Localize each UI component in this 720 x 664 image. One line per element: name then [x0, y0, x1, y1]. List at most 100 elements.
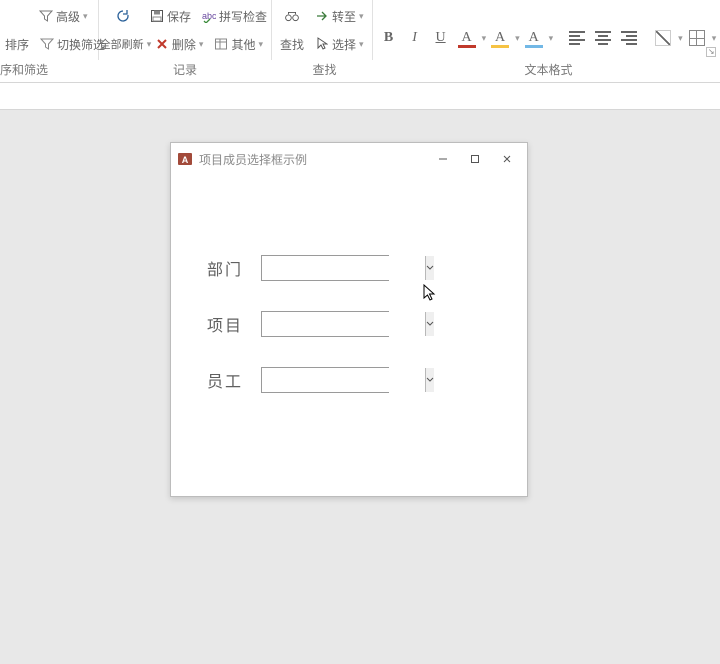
grp-label-textfmt: 文本格式 [378, 58, 720, 80]
combo-project[interactable] [261, 311, 389, 337]
diagonal-icon [655, 30, 671, 46]
chevron-down-icon [426, 265, 434, 271]
save-icon [149, 8, 165, 24]
toggle-filter-label: 切换筛选 [57, 36, 105, 53]
funnel-icon [38, 8, 54, 24]
svg-text:A: A [182, 155, 189, 165]
chevron-down-icon [426, 377, 434, 383]
combo-dept-input[interactable] [262, 256, 425, 280]
grp-label-sortfilter: 序和筛选 [0, 58, 99, 80]
combo-dept-dropdown[interactable] [425, 256, 434, 280]
dropdown-caret-icon[interactable]: ▾ [677, 33, 683, 44]
field-project: 项目 [201, 311, 497, 337]
dropdown-caret-icon: ▾ [358, 11, 364, 22]
gridlines-button[interactable] [685, 26, 709, 50]
save-button[interactable]: 保存 [145, 6, 195, 27]
titlebar[interactable]: A 项目成员选择框示例 [171, 143, 527, 175]
combo-staff-dropdown[interactable] [425, 368, 434, 392]
select-button[interactable]: 选择 ▾ [310, 34, 368, 55]
spellcheck-button[interactable]: abc 拼写检查 [197, 6, 271, 27]
sort-button[interactable]: 排序 [4, 34, 33, 55]
ribbon-subbar [0, 83, 720, 110]
other-button[interactable]: 其他 ▾ [209, 34, 267, 55]
refresh-all-label: 全部刷新 [100, 36, 144, 52]
delete-button[interactable]: 删除 ▾ [150, 34, 208, 55]
align-left-button[interactable] [565, 26, 589, 50]
dialog-launcher-icon[interactable]: ↘ [706, 47, 716, 57]
ribbon-group-labels: 序和筛选 记录 查找 文本格式 [0, 58, 720, 80]
dropdown-caret-icon[interactable]: ▾ [481, 33, 487, 44]
spellcheck-icon: abc [201, 8, 217, 24]
combo-project-input[interactable] [262, 312, 425, 336]
grp-label-find: 查找 [272, 58, 378, 80]
label-dept: 部门 [201, 256, 261, 280]
chevron-down-icon [426, 321, 434, 327]
save-label: 保存 [167, 8, 191, 25]
funnel-toggle-icon [39, 36, 55, 52]
spellcheck-label: 拼写检查 [219, 8, 267, 25]
minimize-icon [438, 154, 448, 164]
refresh-icon [115, 8, 131, 24]
access-app-icon: A [177, 151, 193, 167]
minimize-button[interactable] [427, 146, 459, 172]
grp-label-records: 记录 [99, 58, 272, 80]
dropdown-caret-icon: ▾ [257, 39, 263, 50]
goto-button[interactable]: 转至 ▾ [310, 6, 368, 27]
ribbon-group-find: 转至 ▾ 查找 选择 ▾ [272, 0, 373, 60]
arrow-right-icon [314, 8, 330, 24]
ribbon-group-textformat: B I U A ▾ A ▾ A ▾ [373, 0, 720, 60]
dialog-body: 部门 项目 员工 [171, 175, 527, 393]
italic-button[interactable]: I [403, 26, 427, 50]
other-label: 其他 [231, 36, 255, 53]
refresh-all-split[interactable]: 全部刷新 ▾ [103, 34, 148, 54]
select-label: 选择 [332, 36, 356, 53]
find-label: 查找 [280, 36, 304, 53]
align-right-button[interactable] [617, 26, 641, 50]
delete-label: 删除 [172, 36, 196, 53]
delete-x-icon [154, 36, 170, 52]
combo-dept[interactable] [261, 255, 389, 281]
dropdown-caret-icon[interactable]: ▾ [514, 33, 520, 44]
ribbon-group-records: 保存 abc 拼写检查 全部刷新 ▾ 删除 [99, 0, 272, 60]
format-diag-button[interactable] [651, 26, 675, 50]
maximize-icon [470, 154, 480, 164]
goto-label: 转至 [332, 8, 356, 25]
find-label-btn[interactable]: 查找 [276, 34, 308, 55]
cursor-select-icon [314, 36, 330, 52]
ribbon-group-sortfilter: 高级 ▾ 排序 切换筛选 [0, 0, 99, 60]
binoculars-icon [284, 8, 300, 24]
maximize-button[interactable] [459, 146, 491, 172]
underline-button[interactable]: U [429, 26, 453, 50]
dialog-window: A 项目成员选择框示例 部门 项目 [170, 142, 528, 497]
toggle-filter-button[interactable]: 切换筛选 [35, 34, 109, 55]
advanced-button[interactable]: 高级 ▾ [34, 6, 92, 27]
field-dept: 部门 [201, 255, 497, 281]
combo-staff-input[interactable] [262, 368, 425, 392]
label-staff: 员工 [201, 368, 261, 392]
dropdown-caret-icon[interactable]: ▾ [711, 33, 717, 44]
align-right-icon [621, 30, 637, 46]
align-left-icon [569, 30, 585, 46]
font-color-button[interactable]: A [455, 26, 479, 50]
align-center-icon [595, 30, 611, 46]
dropdown-caret-icon: ▾ [358, 39, 364, 50]
dropdown-caret-icon[interactable]: ▾ [548, 33, 554, 44]
dropdown-caret-icon: ▾ [198, 39, 204, 50]
dialog-title: 项目成员选择框示例 [199, 151, 307, 168]
combo-project-dropdown[interactable] [425, 312, 434, 336]
ribbon: 高级 ▾ 排序 切换筛选 [0, 0, 720, 83]
close-icon [502, 154, 512, 164]
refresh-all-button[interactable] [103, 6, 143, 26]
find-button[interactable] [276, 6, 308, 26]
highlight-button[interactable]: A [488, 26, 512, 50]
other-table-icon [213, 36, 229, 52]
advanced-label: 高级 [56, 8, 80, 25]
label-project: 项目 [201, 312, 261, 336]
close-button[interactable] [491, 146, 523, 172]
dropdown-caret-icon: ▾ [82, 11, 88, 22]
field-staff: 员工 [201, 367, 497, 393]
bold-button[interactable]: B [377, 26, 401, 50]
align-center-button[interactable] [591, 26, 615, 50]
combo-staff[interactable] [261, 367, 389, 393]
fill-color-button[interactable]: A [522, 26, 546, 50]
